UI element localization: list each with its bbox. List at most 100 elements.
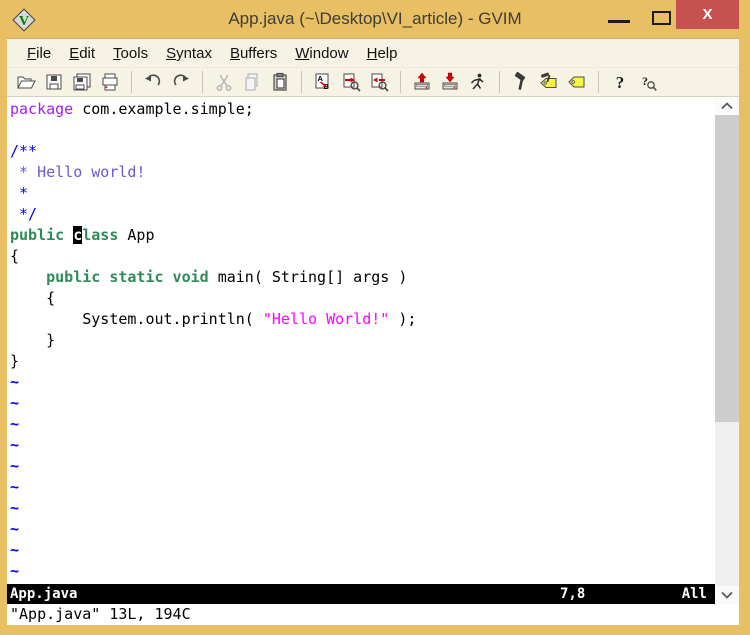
save-icon bbox=[44, 72, 64, 92]
code-line: /** bbox=[10, 141, 715, 162]
load-session-button[interactable] bbox=[410, 70, 434, 94]
redo-icon bbox=[171, 72, 191, 92]
tilde-marker: ~ bbox=[10, 414, 715, 435]
find-prev-icon bbox=[369, 72, 389, 92]
toolbar: AB ? ? bbox=[7, 67, 739, 97]
statusline-filename: App.java bbox=[10, 586, 77, 602]
menu-syntax[interactable]: Syntax bbox=[157, 42, 221, 65]
command-line[interactable]: "App.java" 13L, 194C bbox=[7, 604, 739, 625]
statusline-cursor-position: 7,8 bbox=[560, 584, 585, 604]
tilde-marker: ~ bbox=[10, 435, 715, 456]
toolbar-separator bbox=[598, 71, 599, 93]
svg-text:?: ? bbox=[642, 74, 648, 88]
paste-icon bbox=[270, 72, 290, 92]
statusline-scroll-position: All bbox=[682, 584, 707, 604]
code-line: { bbox=[10, 246, 715, 267]
redo-button[interactable] bbox=[169, 70, 193, 94]
tilde-marker: ~ bbox=[10, 393, 715, 414]
print-icon bbox=[100, 72, 120, 92]
text-area[interactable]: package com.example.simple; /** * Hello … bbox=[7, 97, 715, 584]
make-icon bbox=[511, 72, 531, 92]
undo-icon bbox=[143, 72, 163, 92]
minimize-button[interactable] bbox=[608, 20, 630, 23]
editor-region: package com.example.simple; /** * Hello … bbox=[7, 97, 739, 604]
help-icon: ? bbox=[610, 72, 630, 92]
undo-button[interactable] bbox=[141, 70, 165, 94]
menu-help[interactable]: Help bbox=[358, 42, 407, 65]
find-replace-icon: AB bbox=[313, 72, 333, 92]
menu-tools[interactable]: Tools bbox=[104, 42, 157, 65]
chevron-down-icon bbox=[720, 590, 734, 600]
menubar: File Edit Tools Syntax Buffers Window He… bbox=[7, 38, 739, 67]
copy-icon bbox=[242, 72, 262, 92]
vertical-scrollbar[interactable] bbox=[715, 97, 739, 604]
scroll-down-button[interactable] bbox=[715, 586, 739, 604]
open-button[interactable] bbox=[14, 70, 38, 94]
find-prev-button[interactable] bbox=[367, 70, 391, 94]
run-script-button[interactable] bbox=[466, 70, 490, 94]
tilde-marker: ~ bbox=[10, 456, 715, 477]
code-line: { bbox=[10, 288, 715, 309]
toolbar-separator bbox=[301, 71, 302, 93]
build-tags-icon bbox=[539, 72, 559, 92]
gvim-window: V App.java (~\Desktop\VI_article) - GVIM… bbox=[0, 0, 750, 635]
menu-window[interactable]: Window bbox=[286, 42, 357, 65]
tilde-marker: ~ bbox=[10, 498, 715, 519]
run-script-icon bbox=[468, 72, 488, 92]
chevron-up-icon bbox=[720, 101, 734, 111]
tilde-marker: ~ bbox=[10, 372, 715, 393]
find-next-icon bbox=[341, 72, 361, 92]
close-icon: X bbox=[702, 6, 712, 23]
titlebar: V App.java (~\Desktop\VI_article) - GVIM… bbox=[0, 0, 750, 38]
close-button[interactable]: X bbox=[676, 0, 739, 29]
find-next-button[interactable] bbox=[339, 70, 363, 94]
code-line: } bbox=[10, 330, 715, 351]
scrollbar-thumb[interactable] bbox=[715, 115, 739, 422]
window-title: App.java (~\Desktop\VI_article) - GVIM bbox=[0, 9, 750, 29]
code-line: public class App bbox=[10, 225, 715, 246]
cut-icon bbox=[214, 72, 234, 92]
paste-button[interactable] bbox=[268, 70, 292, 94]
toolbar-separator bbox=[400, 71, 401, 93]
print-button[interactable] bbox=[98, 70, 122, 94]
maximize-button[interactable] bbox=[652, 11, 671, 25]
tilde-marker: ~ bbox=[10, 519, 715, 540]
scroll-up-button[interactable] bbox=[715, 97, 739, 115]
save-session-button[interactable] bbox=[438, 70, 462, 94]
client-area: File Edit Tools Syntax Buffers Window He… bbox=[7, 38, 739, 625]
menu-buffers[interactable]: Buffers bbox=[221, 42, 286, 65]
svg-text:?: ? bbox=[616, 73, 625, 92]
find-replace-button[interactable]: AB bbox=[311, 70, 335, 94]
code-line: * Hello world! bbox=[10, 162, 715, 183]
menu-edit[interactable]: Edit bbox=[60, 42, 104, 65]
code-line: } bbox=[10, 351, 715, 372]
code-line: package com.example.simple; bbox=[10, 99, 715, 120]
toolbar-separator bbox=[131, 71, 132, 93]
command-line-message: "App.java" 13L, 194C bbox=[10, 605, 191, 623]
code-line: public static void main( String[] args ) bbox=[10, 267, 715, 288]
toolbar-separator bbox=[202, 71, 203, 93]
tilde-marker: ~ bbox=[10, 477, 715, 498]
statusline: App.java 7,8 All bbox=[7, 584, 715, 604]
code-line bbox=[10, 120, 715, 141]
save-button[interactable] bbox=[42, 70, 66, 94]
find-in-help-icon: ? bbox=[638, 72, 658, 92]
save-session-icon bbox=[440, 72, 460, 92]
jump-to-tag-button[interactable] bbox=[565, 70, 589, 94]
code-line: System.out.println( "Hello World!" ); bbox=[10, 309, 715, 330]
find-in-help-button[interactable]: ? bbox=[636, 70, 660, 94]
load-session-icon bbox=[412, 72, 432, 92]
build-tags-button[interactable] bbox=[537, 70, 561, 94]
cut-button bbox=[212, 70, 236, 94]
jump-to-tag-icon bbox=[567, 72, 587, 92]
help-button[interactable]: ? bbox=[608, 70, 632, 94]
menu-file[interactable]: File bbox=[18, 42, 60, 65]
code-line: * bbox=[10, 183, 715, 204]
save-all-icon bbox=[72, 72, 92, 92]
make-button[interactable] bbox=[509, 70, 533, 94]
toolbar-separator bbox=[499, 71, 500, 93]
save-all-button[interactable] bbox=[70, 70, 94, 94]
scrollbar-track[interactable] bbox=[715, 422, 739, 586]
code-line: */ bbox=[10, 204, 715, 225]
copy-button bbox=[240, 70, 264, 94]
